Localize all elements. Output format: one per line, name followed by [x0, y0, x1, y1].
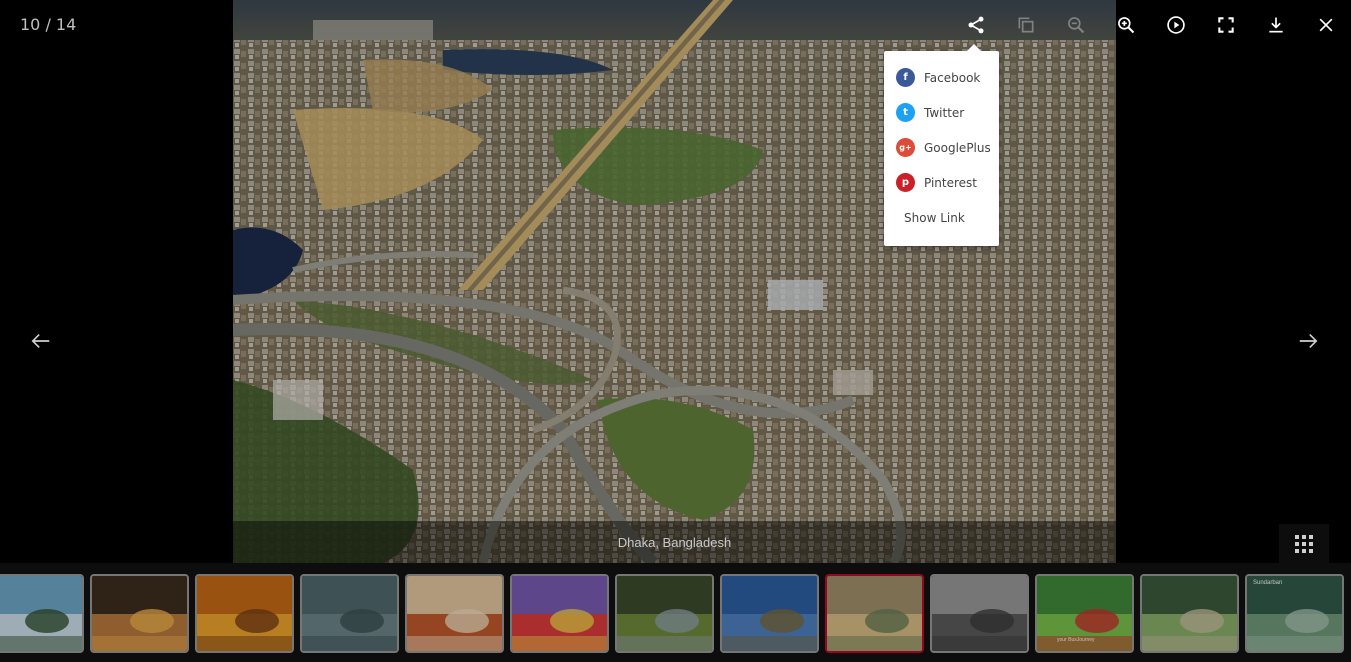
thumbnail-image — [1247, 576, 1342, 651]
thumbnail-image — [617, 576, 712, 651]
thumb-bird-lake[interactable] — [300, 574, 399, 653]
share-button[interactable] — [951, 0, 1001, 50]
thumbnail-toggle-button[interactable] — [1279, 524, 1329, 563]
show-link-option[interactable]: Show Link — [884, 200, 999, 235]
thumb-green-valley[interactable] — [615, 574, 714, 653]
next-button[interactable] — [1293, 326, 1323, 356]
thumbnail-image — [302, 576, 397, 651]
caption-text: Dhaka, Bangladesh — [617, 534, 732, 550]
image-caption: Dhaka, Bangladesh — [233, 521, 1116, 563]
thumbnail-label: your BusJourney — [1057, 637, 1095, 643]
thumbnail-image — [407, 576, 502, 651]
autoplay-button[interactable] — [1151, 0, 1201, 50]
googleplus-icon: g+ — [896, 138, 915, 157]
share-twitter[interactable]: t Twitter — [884, 95, 999, 130]
thumbnail-image — [932, 576, 1027, 651]
share-dropdown: f Facebook t Twitter g+ GooglePlus p Pin… — [884, 44, 999, 246]
close-icon — [1319, 18, 1333, 32]
thumbnail-image — [827, 576, 922, 651]
twitter-icon: t — [896, 103, 915, 122]
arrow-left-icon — [31, 333, 50, 349]
thumb-forest-path[interactable] — [1140, 574, 1239, 653]
thumb-colorful-mask[interactable] — [510, 574, 609, 653]
zoom-out-button[interactable] — [1051, 0, 1101, 50]
thumbnail-image — [722, 576, 817, 651]
copy-icon — [1018, 17, 1034, 33]
thumbnail-strip: your BusJourney Sundarban — [0, 563, 1351, 662]
share-facebook[interactable]: f Facebook — [884, 60, 999, 95]
share-googleplus-label: GooglePlus — [924, 140, 991, 155]
show-link-label: Show Link — [904, 210, 965, 225]
thumbnail-label: Sundarban — [1253, 580, 1283, 586]
download-button[interactable] — [1251, 0, 1301, 50]
zoom-in-button[interactable] — [1101, 0, 1151, 50]
thumbnail-image — [512, 576, 607, 651]
pinterest-icon: p — [896, 173, 915, 192]
thumb-city-aerial[interactable] — [825, 574, 924, 653]
zoom-out-icon — [1068, 17, 1085, 34]
arrow-right-icon — [1299, 333, 1318, 349]
share-pinterest-label: Pinterest — [924, 175, 978, 190]
thumb-tree-beach[interactable] — [0, 574, 84, 653]
lightbox-toolbar — [951, 0, 1351, 50]
share-icon — [968, 16, 984, 34]
fullscreen-icon — [1218, 17, 1234, 33]
zoom-in-icon — [1118, 17, 1135, 34]
thumbnail-image — [197, 576, 292, 651]
thumb-red-bus-trees[interactable]: your BusJourney — [1035, 574, 1134, 653]
thumb-sundarban[interactable]: Sundarban — [1245, 574, 1344, 653]
facebook-icon: f — [896, 68, 915, 87]
thumbnail-image — [0, 576, 82, 651]
share-facebook-label: Facebook — [924, 70, 981, 85]
grid-icon — [1295, 534, 1313, 553]
share-pinterest[interactable]: p Pinterest — [884, 165, 999, 200]
thumb-sunset-sea[interactable] — [90, 574, 189, 653]
play-icon — [1167, 16, 1185, 34]
fullscreen-button[interactable] — [1201, 0, 1251, 50]
close-button[interactable] — [1301, 0, 1351, 50]
thumb-food-plate[interactable] — [405, 574, 504, 653]
thumb-camels[interactable] — [720, 574, 819, 653]
thumbnail-image — [1142, 576, 1237, 651]
thumb-umbrella-walk[interactable] — [930, 574, 1029, 653]
prev-button[interactable] — [26, 326, 56, 356]
thumb-orange-sunset[interactable] — [195, 574, 294, 653]
actual-size-button[interactable] — [1001, 0, 1051, 50]
thumbnail-image — [92, 576, 187, 651]
share-twitter-label: Twitter — [924, 105, 965, 120]
image-counter: 10 / 14 — [20, 15, 77, 34]
download-icon — [1269, 17, 1283, 33]
share-googleplus[interactable]: g+ GooglePlus — [884, 130, 999, 165]
